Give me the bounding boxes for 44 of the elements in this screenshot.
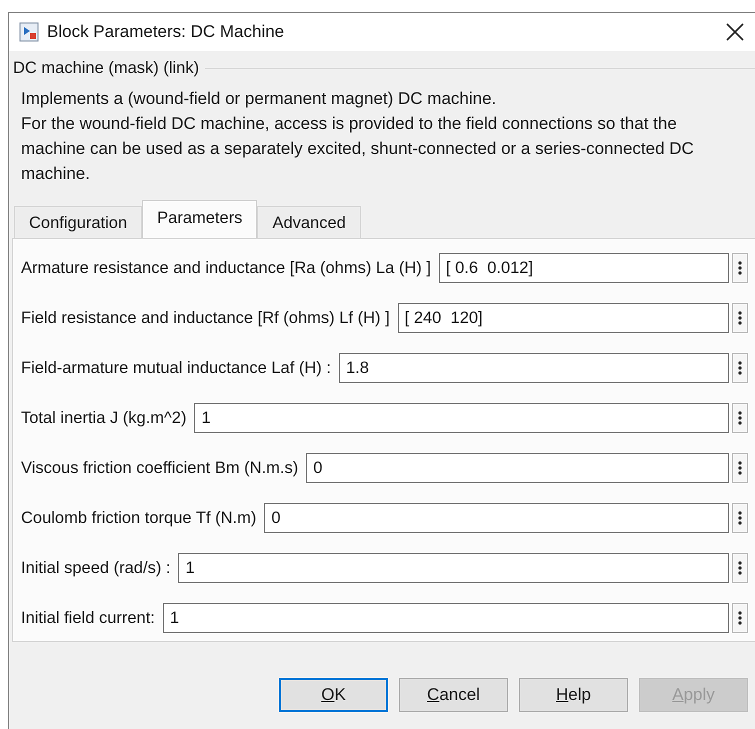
group-title: DC machine (mask) (link)	[13, 59, 200, 78]
parameter-label: Coulomb friction torque Tf (N.m)	[21, 508, 256, 528]
input-field[interactable]: 0	[264, 503, 730, 533]
tab[interactable]: Advanced	[257, 206, 361, 238]
dots-icon	[738, 460, 742, 476]
dots-icon	[738, 410, 742, 426]
more-options-button[interactable]	[732, 603, 748, 633]
tab[interactable]: Parameters	[142, 200, 258, 238]
parameter-label: Field resistance and inductance [Rf (ohms) Lf (H) ]	[21, 308, 390, 328]
more-options-button[interactable]	[732, 403, 748, 433]
block-icon	[19, 22, 39, 42]
dots-icon	[738, 510, 742, 526]
more-options-button[interactable]	[732, 253, 748, 283]
parameter-label: Viscous friction coefficient Bm (N.m.s)	[21, 458, 298, 478]
parameter-label: Initial field current:	[21, 608, 155, 628]
description-text: For the wound-field DC machine, access is provided to the field connections so that the machine can be used as a separately excited, shunt-connected or a series-connected DC machine.	[21, 113, 695, 185]
parameter-label: Armature resistance and inductance [Ra (ohms) La (H) ]	[21, 258, 431, 278]
dots-icon	[738, 310, 742, 326]
dots-icon	[738, 610, 742, 626]
input-field[interactable]: 1	[194, 403, 730, 433]
parameter-label: Total inertia J (kg.m^2)	[21, 408, 186, 428]
parameter-label: Initial speed (rad/s) :	[21, 558, 170, 578]
input-field[interactable]: 1.8	[338, 353, 729, 383]
more-options-button[interactable]	[732, 503, 748, 533]
input-field[interactable]: [ 0.6 0.012]	[438, 253, 729, 283]
more-options-button[interactable]	[732, 453, 748, 483]
input-field[interactable]: 1	[162, 603, 729, 633]
more-options-button[interactable]	[732, 353, 748, 383]
dialog-button[interactable]: Help	[519, 678, 628, 712]
more-options-button[interactable]	[732, 303, 748, 333]
dialog-button[interactable]: Cancel	[399, 678, 508, 712]
window-title: Block Parameters: DC Machine	[47, 22, 284, 42]
input-field[interactable]: 1	[178, 553, 730, 583]
input-field[interactable]: 0	[306, 453, 730, 483]
dialog-button[interactable]: OK	[279, 678, 388, 712]
input-field[interactable]: [ 240 120]	[398, 303, 729, 333]
description-text: Implements a (wound-field or permanent magnet) DC machine.	[21, 88, 498, 110]
tab[interactable]: Configuration	[14, 206, 142, 238]
dots-icon	[738, 560, 742, 576]
dots-icon	[738, 260, 742, 276]
parameter-label: Field-armature mutual inductance Laf (H) :	[21, 358, 331, 378]
more-options-button[interactable]	[732, 553, 748, 583]
dots-icon	[738, 360, 742, 376]
close-icon[interactable]	[726, 23, 744, 41]
